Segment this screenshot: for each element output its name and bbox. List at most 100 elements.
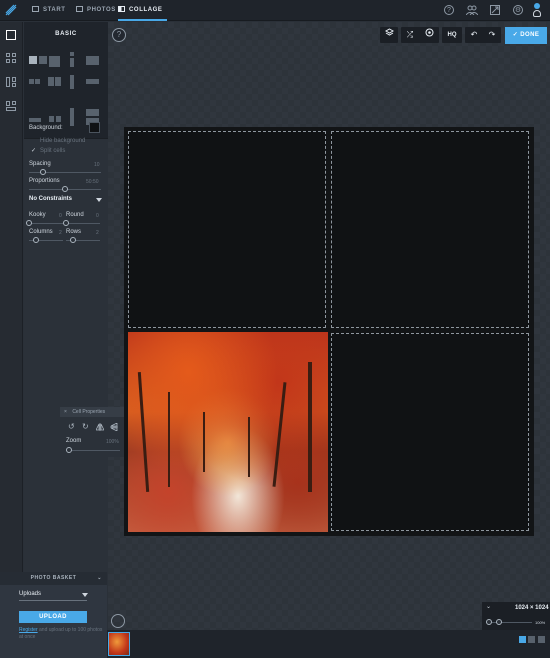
tab-basic[interactable]: BASIC [24,22,108,46]
hide-background-checkbox[interactable] [31,138,37,144]
layout-preset[interactable] [56,116,61,122]
kooky-slider-knob[interactable] [26,220,32,226]
settings-icon[interactable]: ⚙ [513,5,523,15]
zoom-slider-track[interactable] [66,450,120,451]
register-note: Register and upload up to 100 photos at … [19,627,103,640]
shuffle-tool-group: ⤮ [401,27,439,43]
layout-preset[interactable] [29,56,37,64]
cell-properties-header: × Cell Properties [60,407,124,417]
select-underline [19,600,87,601]
rows-value: 2 [96,230,99,236]
grid-layout-icon[interactable] [5,52,17,64]
hq-button[interactable]: HQ [442,27,462,43]
collage-cell[interactable] [331,131,529,328]
fullscreen-icon[interactable] [490,5,500,15]
kooky-value: 0 [59,213,62,219]
rotate-right-icon[interactable]: ↻ [82,423,90,431]
canvas-zoom-value: 100% [535,620,546,625]
register-link[interactable]: Register [19,627,38,633]
cell-properties-panel: × Cell Properties ↺ ↻ Zoom 100% [60,407,124,457]
logo-icon[interactable] [4,3,20,18]
settings-panel: BASIC Background: Hide background ✓ Spli… [24,22,108,572]
collage-cell-photo[interactable] [128,332,328,532]
undo-icon[interactable]: ↶ [465,27,483,43]
split-cells-label: Split cells [40,148,66,154]
zoom-slider-knob[interactable] [66,447,72,453]
user-avatar-icon[interactable] [533,10,541,17]
canvas-dimensions: 1024 × 1024 [515,605,549,611]
layout-preset[interactable] [29,79,34,84]
people-icon[interactable] [465,5,479,16]
split-cells-checkbox[interactable]: ✓ [31,148,37,154]
proportions-label: Proportions [29,178,60,184]
zoom-label: Zoom [66,438,82,444]
proportions-slider-knob[interactable] [62,186,68,192]
columns-slider-knob[interactable] [32,237,39,243]
layout-preset[interactable] [70,108,74,126]
collapse-icon[interactable]: ⌄ [486,603,491,610]
layout-preset[interactable] [86,79,99,84]
basic-layout-icon[interactable] [5,29,17,41]
layout-preset[interactable] [49,116,54,122]
photo-thumbnail[interactable] [108,632,130,656]
add-circle-icon[interactable] [420,27,438,43]
photo-basket-header: PHOTO BASKET ⌄ [0,572,107,585]
home-icon [32,6,39,12]
layout-preset[interactable] [86,56,99,65]
rotate-left-icon[interactable]: ↺ [68,423,76,431]
collage-cell[interactable] [128,131,326,328]
round-slider-track[interactable] [66,223,100,224]
layout-preset[interactable] [49,56,60,67]
rows-slider-knob[interactable] [69,237,76,243]
zoom-value: 100% [106,439,119,445]
hide-background-label: Hide background [40,138,86,144]
shuffle-icon[interactable]: ⤮ [401,27,419,43]
tray-view-medium-icon[interactable] [528,636,535,643]
help-icon[interactable]: ? [444,5,454,15]
canvas-zoom-knob[interactable] [496,619,502,625]
layout-preset[interactable] [70,75,74,89]
layout-preset[interactable] [35,79,40,84]
columns-layout-icon[interactable] [5,76,17,88]
done-button[interactable]: ✓ DONE [505,27,547,44]
flip-vertical-icon[interactable] [110,422,118,432]
redo-icon[interactable]: ↷ [483,27,501,43]
add-photo-circle-icon[interactable] [111,614,125,628]
layout-preset[interactable] [29,118,41,122]
close-icon[interactable]: × [64,409,67,415]
cell-properties-title: Cell Properties [72,409,106,415]
tab-collage[interactable]: COLLAGE [118,0,167,21]
spacing-slider-knob[interactable] [40,169,47,175]
freestyle-layout-icon[interactable] [5,100,17,112]
basket-source-select[interactable]: Uploads [19,591,41,597]
zoom-out-icon[interactable] [486,619,492,625]
tray-view-large-icon[interactable] [538,636,545,643]
image-icon [76,6,83,12]
constraints-select[interactable]: No Constraints [29,196,72,202]
layout-preset[interactable] [55,77,61,86]
tab-start[interactable]: START [32,0,66,21]
layout-preset[interactable] [48,77,54,86]
spacing-value: 10 [94,162,100,168]
collage-cell[interactable] [331,333,529,531]
proportions-value: 50:50 [86,179,99,185]
tray-view-small-icon[interactable] [519,636,526,643]
layout-preset[interactable] [70,52,74,56]
layers-icon[interactable] [380,27,398,43]
layout-preset[interactable] [39,56,47,64]
background-color-swatch[interactable] [89,122,100,133]
chevron-down-icon[interactable]: ⌄ [97,572,102,585]
flip-horizontal-icon[interactable] [95,423,105,431]
round-slider-knob[interactable] [63,220,69,226]
tab-photos[interactable]: PHOTOS [76,0,116,21]
chevron-down-icon[interactable] [96,198,102,202]
layout-preset[interactable] [86,109,99,116]
upload-button[interactable]: UPLOAD [19,611,87,623]
spacing-label: Spacing [29,161,51,167]
help-icon[interactable]: ? [112,28,126,42]
kooky-slider-track[interactable] [29,223,63,224]
chevron-down-icon[interactable] [82,593,88,597]
columns-label: Columns [29,229,53,235]
layout-preset[interactable] [70,58,74,67]
columns-value: 2 [59,230,62,236]
